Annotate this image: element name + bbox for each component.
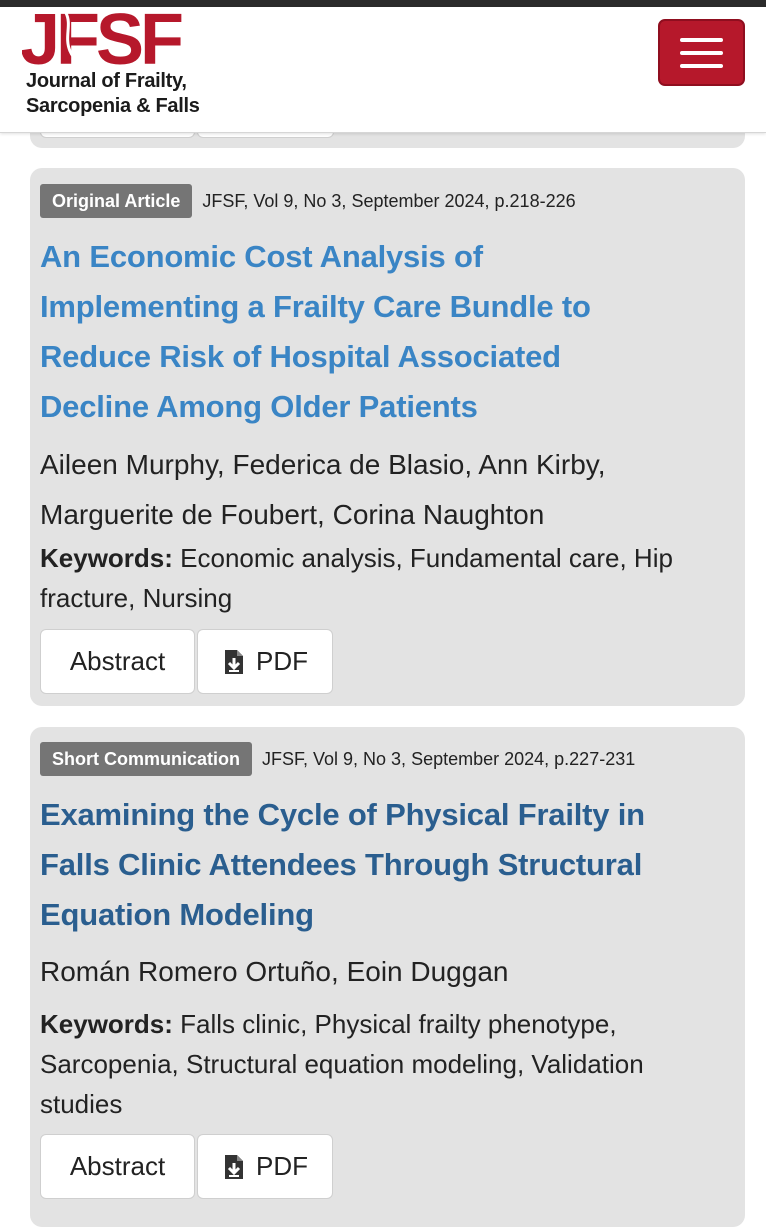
hamburger-bar — [680, 64, 723, 68]
keywords-line: Sarcopenia, Structural equation modeling… — [40, 1049, 644, 1079]
article-authors: Aileen Murphy, Federica de Blasio, Ann K… — [40, 440, 730, 540]
article-title-link[interactable]: An Economic Cost Analysis of Implementin… — [40, 232, 730, 432]
article-title-link[interactable]: Examining the Cycle of Physical Frailty … — [40, 790, 730, 940]
article-citation: JFSF, Vol 9, No 3, September 2024, p.218… — [202, 190, 576, 211]
pdf-button[interactable]: PDF — [197, 629, 333, 694]
abstract-button-label: Abstract — [69, 646, 166, 676]
hamburger-bar — [680, 51, 723, 55]
keywords-line: fracture, Nursing — [40, 583, 233, 613]
title-line: Equation Modeling — [40, 897, 314, 932]
logo-text: JFSF — [22, 7, 182, 67]
article-keywords: Keywords: Economic analysis, Fundamental… — [40, 538, 720, 618]
article-meta: Original Article JFSF, Vol 9, No 3, Sept… — [40, 184, 576, 218]
abstract-button[interactable]: Abstract — [40, 629, 195, 694]
journal-name-line1: Journal of Frailty, — [26, 70, 187, 92]
article-type-badge: Original Article — [40, 184, 193, 218]
keywords-line: Falls clinic, Physical frailty phenotype… — [180, 1009, 617, 1039]
article-keywords: Keywords: Falls clinic, Physical frailty… — [40, 1004, 720, 1124]
title-line: Implementing a Frailty Care Bundle to — [40, 289, 591, 324]
title-line: Decline Among Older Patients — [40, 389, 478, 424]
title-line: An Economic Cost Analysis of — [40, 239, 483, 274]
authors-line: Marguerite de Foubert, Corina Naughton — [40, 499, 545, 530]
keywords-line: Economic analysis, Fundamental care, Hip — [180, 543, 673, 573]
jfsf-logo[interactable]: JFSF Journal of Frailty, Sarcopenia & Fa… — [22, 7, 222, 127]
article-authors: Román Romero Ortuño, Eoin Duggan — [40, 947, 730, 997]
journal-name: Journal of Frailty, Sarcopenia & Falls — [26, 69, 236, 119]
article-card: Original Article JFSF, Vol 9, No 3, Sept… — [30, 168, 745, 706]
abstract-button[interactable]: Abstract — [40, 1134, 195, 1199]
keywords-label: Keywords: — [40, 1009, 173, 1039]
title-line: Reduce Risk of Hospital Associated — [40, 339, 561, 374]
keywords-line: studies — [40, 1089, 123, 1119]
article-type-badge: Short Communication — [40, 742, 252, 776]
jfsf-logo-mark: JFSF — [22, 7, 186, 67]
article-meta: Short Communication JFSF, Vol 9, No 3, S… — [40, 742, 635, 776]
abstract-button-label: Abstract — [69, 1151, 166, 1181]
site-header: JFSF Journal of Frailty, Sarcopenia & Fa… — [0, 7, 766, 133]
authors-line: Román Romero Ortuño, Eoin Duggan — [40, 956, 509, 987]
article-card: Short Communication JFSF, Vol 9, No 3, S… — [30, 727, 745, 1227]
pdf-button-label: PDF — [256, 1151, 308, 1181]
title-line: Falls Clinic Attendees Through Structura… — [40, 847, 643, 882]
journal-name-line2: Sarcopenia & Falls — [26, 95, 200, 117]
authors-line: Aileen Murphy, Federica de Blasio, Ann K… — [40, 449, 606, 480]
hamburger-menu-button[interactable] — [658, 19, 745, 86]
pdf-button[interactable]: PDF — [197, 1134, 333, 1199]
pdf-download-icon — [225, 1154, 243, 1179]
hamburger-menu-icon — [680, 38, 723, 42]
title-line: Examining the Cycle of Physical Frailty … — [40, 797, 645, 832]
status-strip — [0, 0, 766, 7]
pdf-download-icon — [225, 649, 243, 674]
pdf-button-label: PDF — [256, 646, 308, 676]
keywords-label: Keywords: — [40, 543, 173, 573]
article-citation: JFSF, Vol 9, No 3, September 2024, p.227… — [262, 748, 636, 769]
